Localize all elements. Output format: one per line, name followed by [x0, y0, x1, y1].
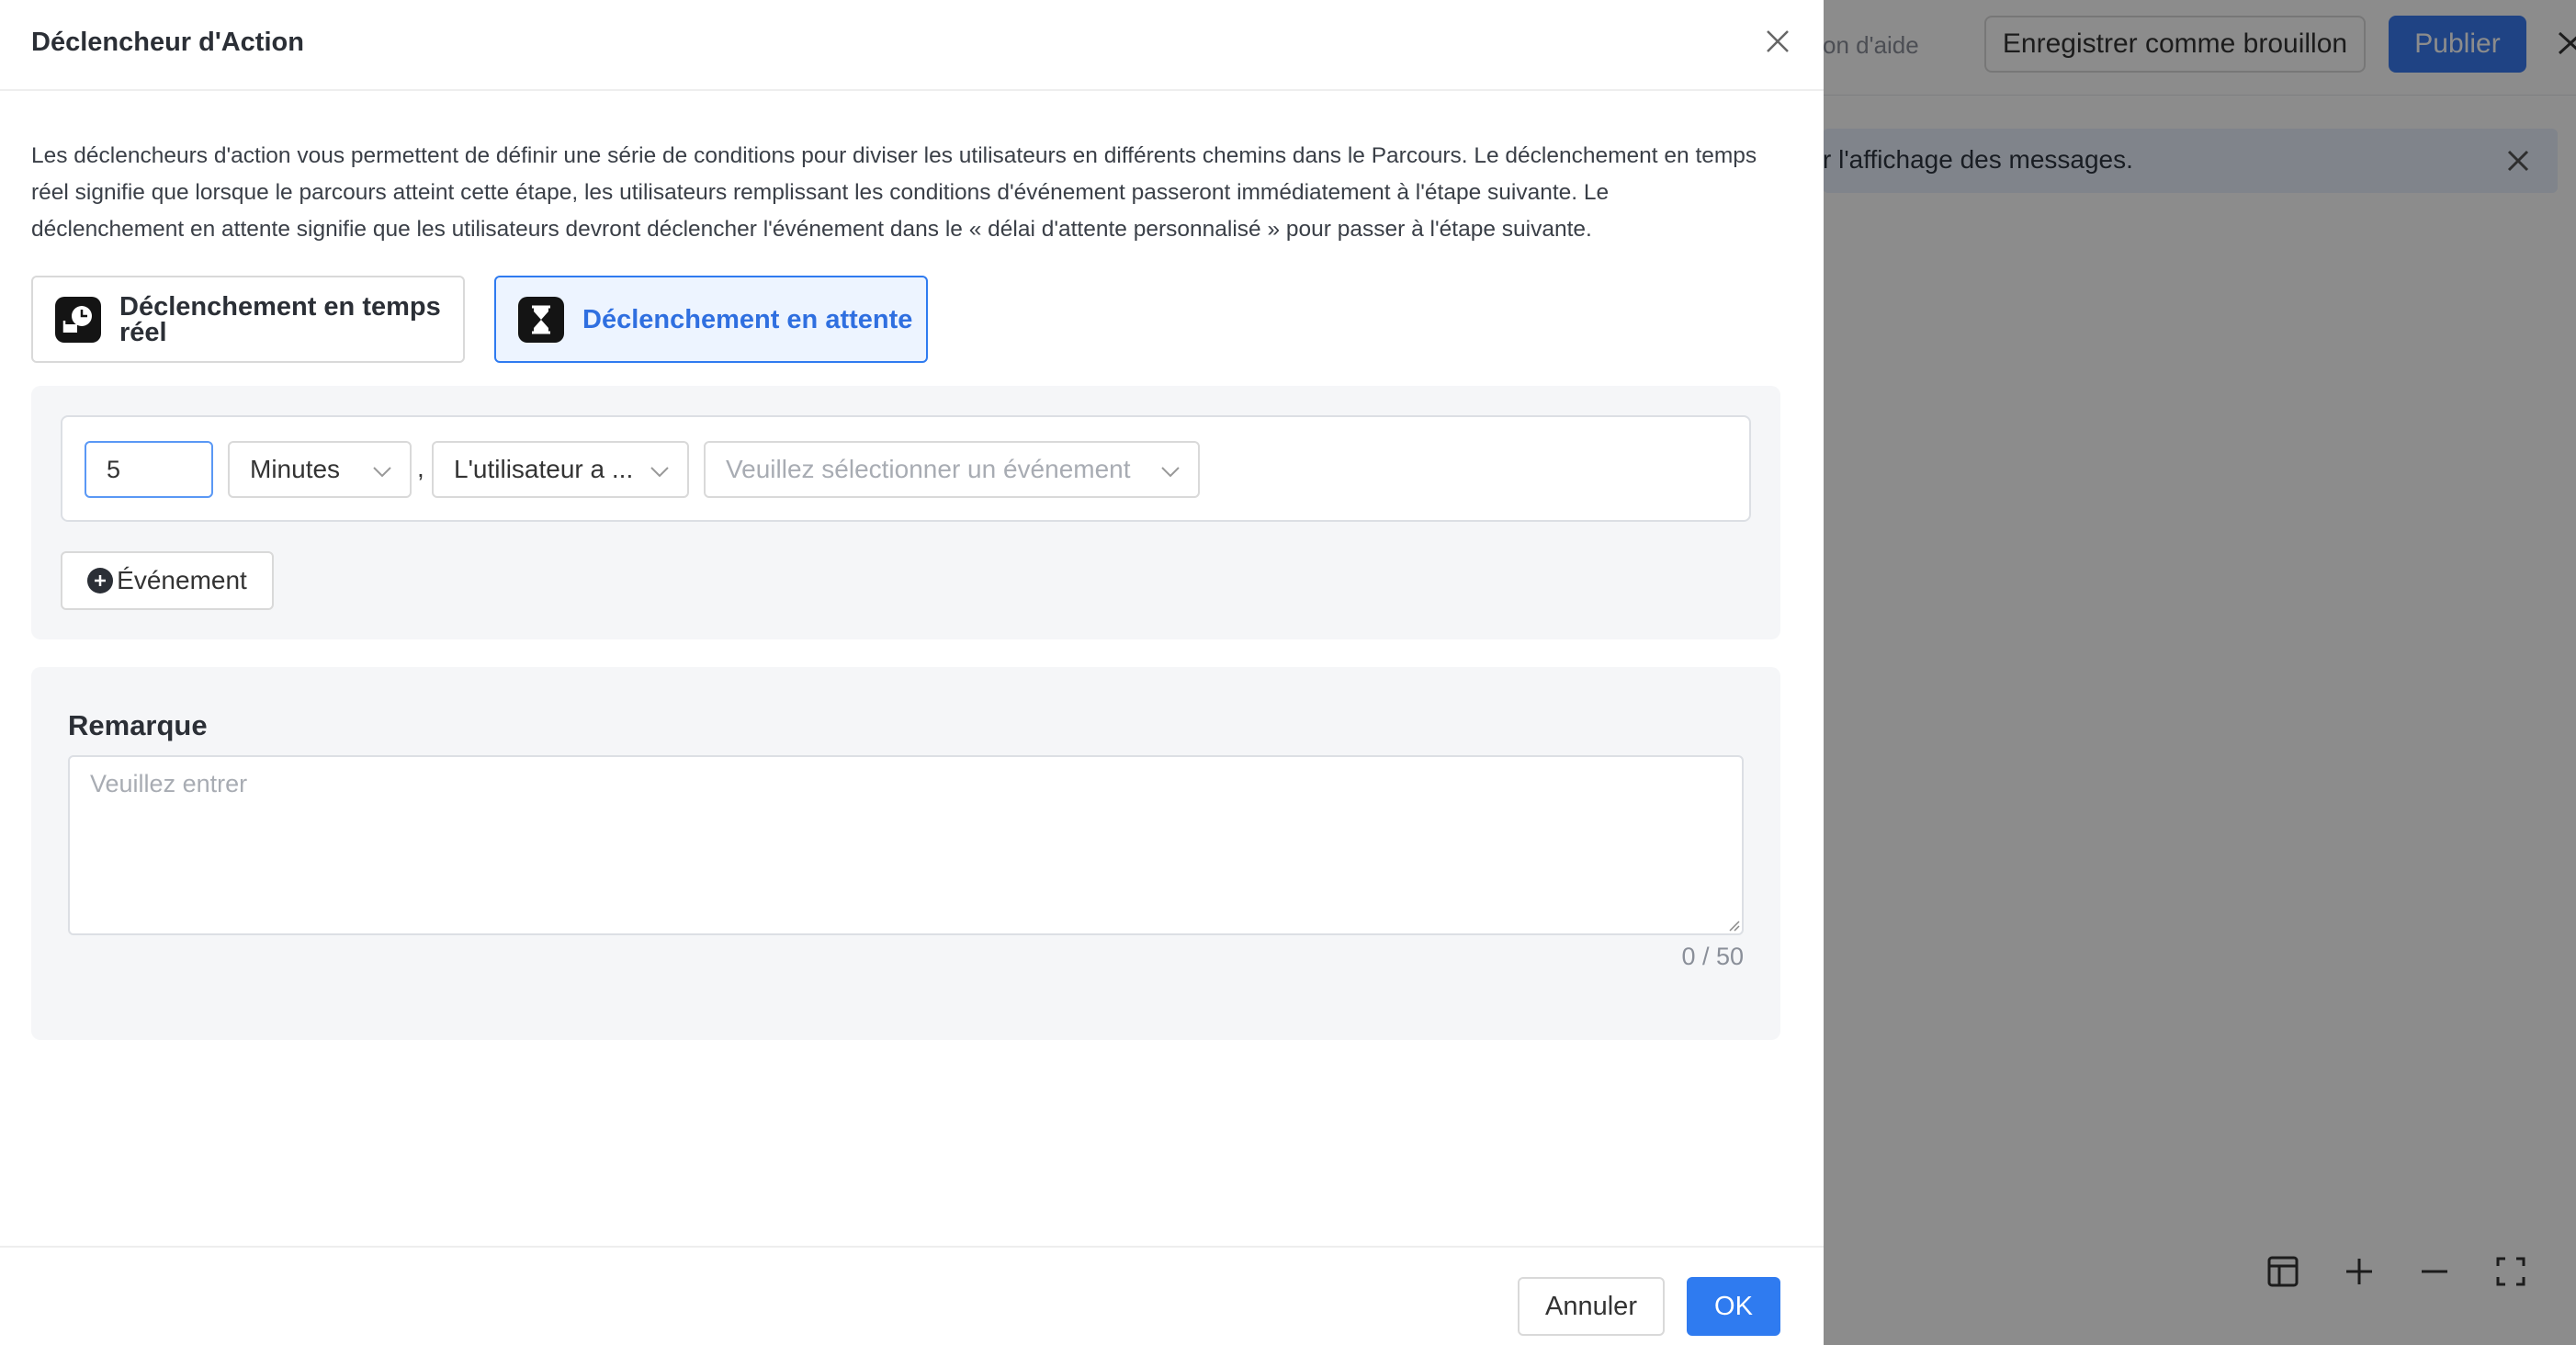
- drawer-description: Les déclencheurs d'action vous permetten…: [31, 143, 1757, 242]
- mode-realtime-trigger[interactable]: Déclenchement en temps réel: [31, 276, 465, 363]
- time-unit-value: Minutes: [250, 455, 341, 483]
- user-action-value: L'utilisateur a ...: [454, 455, 634, 483]
- chevron-down-icon: [371, 459, 393, 481]
- user-action-select[interactable]: L'utilisateur a ...: [432, 441, 689, 498]
- drawer-header: Déclencheur d'Action: [0, 0, 1824, 91]
- drawer-title: Déclencheur d'Action: [31, 28, 304, 57]
- resize-handle-icon[interactable]: [1727, 919, 1740, 932]
- close-icon[interactable]: [1762, 26, 1793, 57]
- character-counter: 0 / 50: [1681, 943, 1744, 970]
- remark-textarea[interactable]: [68, 755, 1744, 935]
- chevron-down-icon: [1159, 459, 1181, 481]
- action-trigger-drawer: Déclencheur d'Action Les déclencheurs d'…: [0, 0, 1824, 1345]
- plus-circle-icon: [87, 568, 114, 593]
- realtime-clock-icon: [55, 296, 101, 343]
- mode-waiting-label: Déclenchement en attente: [582, 304, 913, 334]
- separator: ,: [417, 454, 424, 482]
- drawer-footer: Annuler OK: [0, 1246, 1824, 1345]
- hourglass-icon: [518, 296, 564, 343]
- add-event-label: Événement: [117, 566, 247, 594]
- chevron-down-icon: [649, 459, 671, 481]
- condition-panel: Minutes , L'utilisateur a ... Veuillez s…: [31, 386, 1780, 639]
- add-event-button[interactable]: Événement: [61, 551, 274, 610]
- remark-panel: Remarque 0 / 50: [31, 667, 1780, 1040]
- mode-waiting-trigger[interactable]: Déclenchement en attente: [494, 276, 928, 363]
- remark-title: Remarque: [68, 709, 208, 741]
- event-condition-row: Minutes , L'utilisateur a ... Veuillez s…: [61, 415, 1751, 522]
- event-select[interactable]: Veuillez sélectionner un événement: [704, 441, 1200, 498]
- ok-button[interactable]: OK: [1687, 1277, 1780, 1336]
- wait-duration-input[interactable]: [85, 441, 213, 498]
- mode-realtime-label: Déclenchement en temps réel: [119, 291, 441, 347]
- time-unit-select[interactable]: Minutes: [228, 441, 412, 498]
- cancel-button[interactable]: Annuler: [1518, 1277, 1665, 1336]
- event-select-placeholder: Veuillez sélectionner un événement: [726, 455, 1131, 483]
